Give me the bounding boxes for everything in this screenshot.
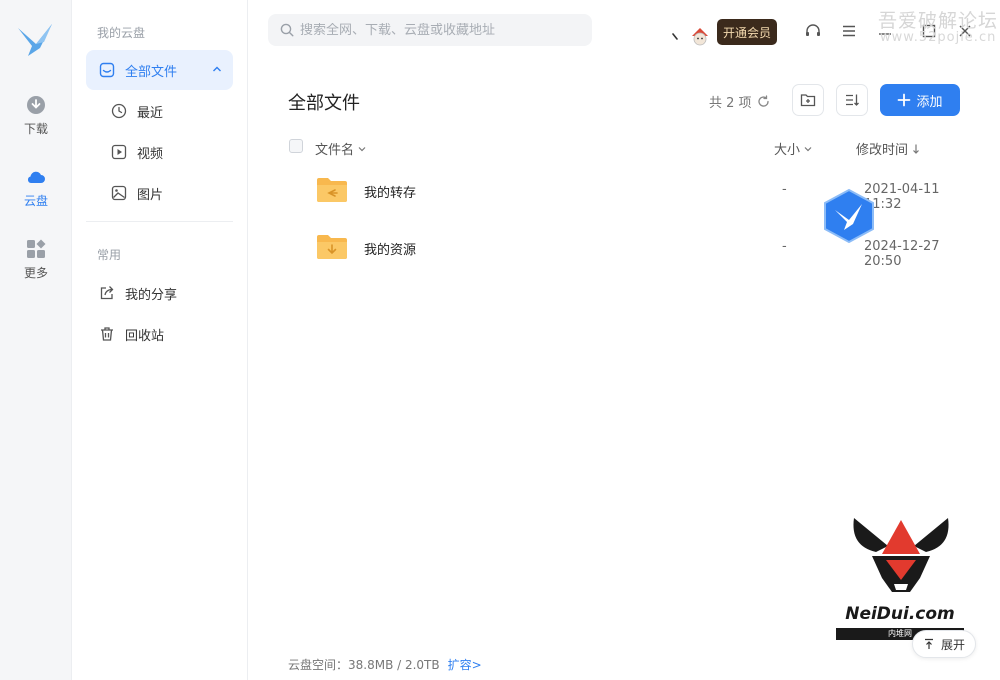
expand-button[interactable]: 展开 <box>912 630 976 658</box>
new-folder-button[interactable] <box>792 84 824 116</box>
rail-item-cloud[interactable]: 云盘 <box>0 166 72 209</box>
dot-icon <box>672 33 678 40</box>
expand-button-label: 展开 <box>940 637 965 652</box>
search-icon <box>280 23 294 37</box>
sort-icon <box>846 94 859 106</box>
watermark-url: www.52pojie.cn <box>880 30 997 45</box>
sidebar-heading-my-cloud: 我的云盘 <box>97 26 146 40</box>
download-icon <box>27 96 45 114</box>
refresh-icon[interactable] <box>757 95 770 108</box>
share-icon <box>98 284 116 302</box>
app-logo-icon <box>18 24 52 56</box>
sidebar-item-label: 图片 <box>137 187 164 203</box>
sidebar-item-all-files[interactable]: 全部文件 <box>86 50 233 90</box>
folder-transfer-icon <box>317 178 347 202</box>
file-size: - <box>782 182 787 197</box>
vip-button[interactable]: 开通会员 <box>717 19 777 45</box>
folder-download-icon <box>317 235 347 259</box>
arrow-down-icon <box>913 144 919 154</box>
brand-site-name: NeiDui.com <box>845 604 955 624</box>
search-input[interactable] <box>300 22 580 38</box>
sidebar-item-video[interactable]: 视频 <box>86 132 233 172</box>
sidebar-divider <box>86 221 233 222</box>
expand-storage-link[interactable]: 扩容> <box>448 656 482 673</box>
rail-item-download[interactable]: 下载 <box>0 94 72 137</box>
item-count-label: 共 2 项 <box>709 96 752 111</box>
sidebar-item-label: 回收站 <box>125 328 165 344</box>
rail-item-label: 下载 <box>23 122 48 136</box>
select-all-checkbox[interactable] <box>289 139 303 153</box>
column-header-name[interactable]: 文件名 <box>315 139 367 158</box>
sidebar-item-my-share[interactable]: 我的分享 <box>86 273 233 313</box>
rail-item-label: 云盘 <box>23 194 48 208</box>
watermark-text: 吾爱破解论坛 <box>878 10 999 32</box>
add-button[interactable]: 添加 <box>880 84 960 116</box>
rail-item-more[interactable]: 更多 <box>0 238 72 281</box>
chevron-up-icon[interactable] <box>211 63 223 75</box>
trash-icon <box>98 325 116 343</box>
file-size: - <box>782 239 787 254</box>
sidebar-item-label: 我的分享 <box>125 287 178 303</box>
file-name[interactable]: 我的转存 <box>364 182 416 201</box>
headset-icon[interactable] <box>804 22 822 40</box>
storage-info: 云盘空间：38.8MB / 2.0TB 扩容> <box>288 656 482 673</box>
grid-icon <box>27 239 46 258</box>
nav-rail: 下载 云盘 更多 <box>0 0 72 680</box>
upload-arrow-icon <box>924 638 933 649</box>
add-button-label: 添加 <box>916 94 943 110</box>
page-title: 全部文件 <box>288 93 360 114</box>
folder-add-icon <box>800 94 816 107</box>
cloud-icon <box>27 171 45 183</box>
file-modified: 2024-12-27 20:50 <box>864 239 940 269</box>
clock-icon <box>110 102 128 120</box>
sidebar-item-recent[interactable]: 最近 <box>86 91 233 131</box>
inbox-icon <box>98 61 116 79</box>
storage-label: 云盘空间：38.8MB / 2.0TB <box>288 658 440 672</box>
rail-item-label: 更多 <box>23 266 48 280</box>
video-icon <box>110 143 128 161</box>
column-header-name-label: 文件名 <box>315 143 355 158</box>
column-header-size-label: 大小 <box>774 143 801 158</box>
chevron-down-icon <box>804 146 812 151</box>
menu-icon[interactable] <box>840 22 858 40</box>
column-header-modified[interactable]: 修改时间 <box>856 139 921 158</box>
sidebar-item-label: 最近 <box>137 105 164 121</box>
sidebar-item-label: 全部文件 <box>125 64 178 80</box>
column-header-size[interactable]: 大小 <box>774 139 813 158</box>
sidebar-heading-common: 常用 <box>97 248 122 262</box>
plus-icon <box>898 93 911 107</box>
image-icon <box>110 184 128 202</box>
chevron-down-icon <box>358 146 366 151</box>
search-box[interactable] <box>268 14 592 46</box>
sidebar: 我的云盘 全部文件 最近 视频 图片 常用 我的分享 回收站 <box>72 0 248 680</box>
column-header-modified-label: 修改时间 <box>856 143 909 158</box>
item-count: 共 2 项 <box>709 92 770 111</box>
avatar[interactable] <box>688 24 712 48</box>
file-name[interactable]: 我的资源 <box>364 239 416 258</box>
sidebar-item-recycle-bin[interactable]: 回收站 <box>86 314 233 354</box>
file-modified: 2021-04-11 11:32 <box>864 182 940 212</box>
sort-button[interactable] <box>836 84 868 116</box>
sidebar-item-images[interactable]: 图片 <box>86 173 233 213</box>
sidebar-item-label: 视频 <box>137 146 164 162</box>
floating-assistant-icon[interactable] <box>822 188 876 244</box>
